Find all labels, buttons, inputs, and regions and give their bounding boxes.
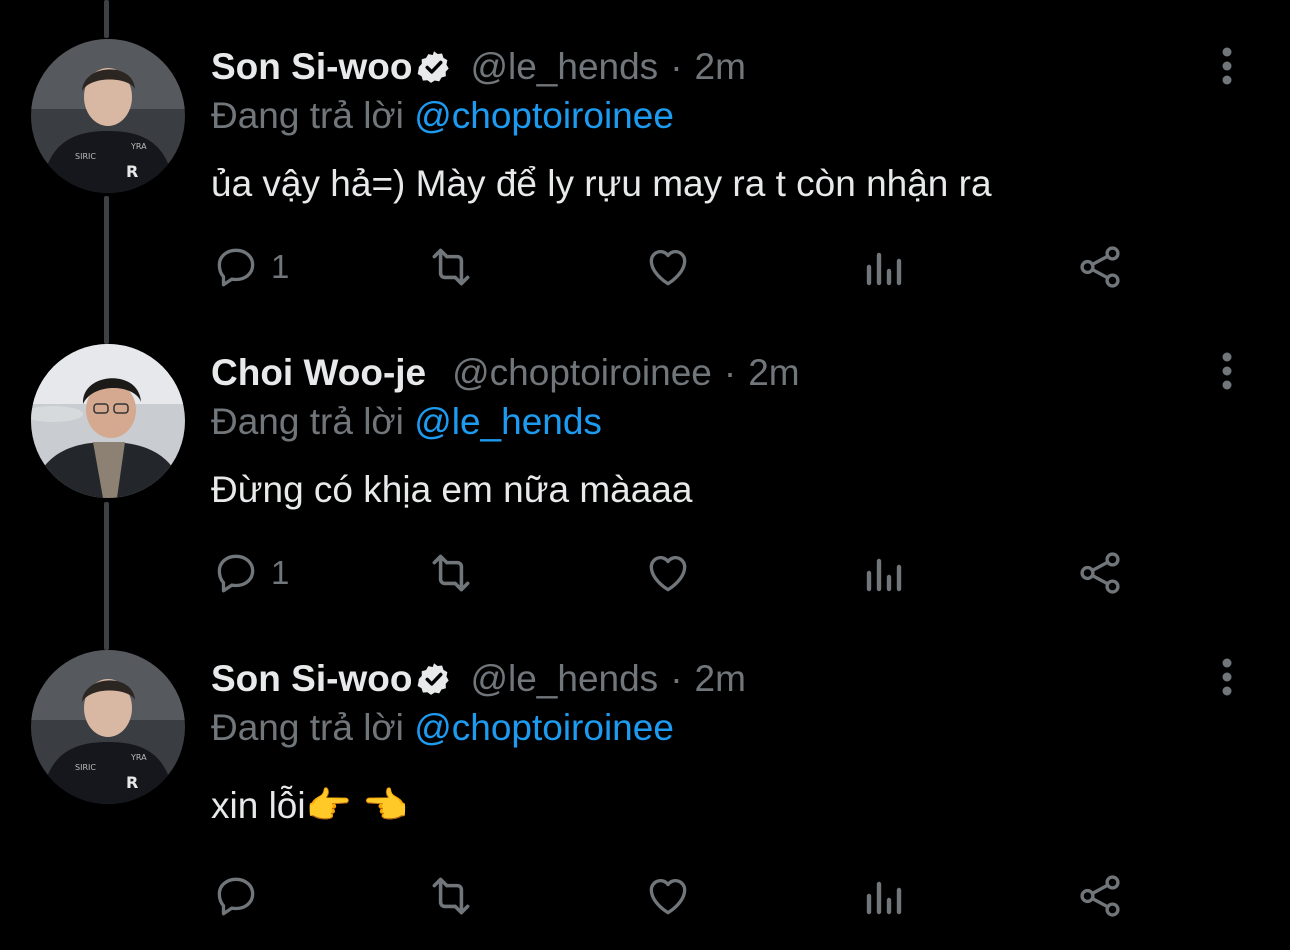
reply-icon bbox=[211, 548, 261, 598]
reply-button[interactable]: 1 bbox=[211, 548, 289, 598]
tweet[interactable]: Choi Woo-je @choptoiroinee · 2m Đang trả… bbox=[0, 330, 1290, 640]
svg-text:SIRIC: SIRIC bbox=[75, 763, 96, 772]
mention-link[interactable]: @choptoiroinee bbox=[414, 707, 674, 748]
svg-text:R: R bbox=[126, 162, 138, 181]
conversation-thread: R SIRIC YRA Son Si-woo @le_hends · 2m Đa… bbox=[0, 0, 1290, 950]
like-icon bbox=[643, 242, 693, 292]
tweet-text: ủa vậy hả=) Mày để ly rựu may ra t còn n… bbox=[211, 163, 992, 204]
timestamp[interactable]: 2m bbox=[695, 46, 746, 88]
retweet-icon bbox=[423, 871, 479, 921]
svg-text:SIRIC: SIRIC bbox=[75, 152, 96, 161]
share-icon bbox=[1075, 242, 1125, 292]
analytics-icon bbox=[863, 871, 907, 921]
analytics-icon bbox=[863, 548, 907, 598]
replying-to: Đang trả lời @choptoiroinee bbox=[211, 707, 674, 749]
replying-to-label: Đang trả lời bbox=[211, 95, 404, 136]
handle[interactable]: @le_hends bbox=[470, 46, 658, 88]
retweet-icon bbox=[423, 548, 479, 598]
reply-button[interactable]: 1 bbox=[211, 242, 289, 292]
mention-link[interactable]: @choptoiroinee bbox=[414, 95, 674, 136]
like-button[interactable] bbox=[643, 548, 693, 598]
more-icon[interactable] bbox=[1210, 46, 1244, 86]
tweet-text: Đừng có khịa em nữa màaaa bbox=[211, 469, 693, 510]
tweet-text: xin lỗi👉 👈 bbox=[211, 785, 409, 826]
action-bar: 1 bbox=[211, 242, 1141, 292]
more-icon[interactable] bbox=[1210, 351, 1244, 391]
svg-text:YRA: YRA bbox=[130, 142, 147, 151]
verified-badge-icon bbox=[416, 661, 452, 697]
tweet-header: Son Si-woo @le_hends · 2m bbox=[211, 658, 746, 700]
reply-count: 1 bbox=[271, 248, 290, 285]
svg-text:YRA: YRA bbox=[130, 753, 147, 762]
share-button[interactable] bbox=[1075, 242, 1125, 292]
like-button[interactable] bbox=[643, 871, 693, 921]
retweet-button[interactable] bbox=[423, 871, 479, 921]
replying-to: Đang trả lời @le_hends bbox=[211, 401, 602, 443]
tweet[interactable]: R SIRIC YRA Son Si-woo @le_hends · 2m Đa… bbox=[0, 0, 1290, 330]
handle[interactable]: @le_hends bbox=[470, 658, 658, 700]
replying-to: Đang trả lời @choptoiroinee bbox=[211, 95, 674, 137]
timestamp[interactable]: 2m bbox=[695, 658, 746, 700]
replying-to-label: Đang trả lời bbox=[211, 401, 404, 442]
avatar[interactable]: R SIRIC YRA bbox=[31, 39, 185, 193]
display-name[interactable]: Choi Woo-je bbox=[211, 352, 426, 394]
verified-badge-icon bbox=[416, 49, 452, 85]
replying-to-label: Đang trả lời bbox=[211, 707, 404, 748]
tweet[interactable]: R SIRIC YRA Son Si-woo @le_hends · 2m Đa… bbox=[0, 640, 1290, 950]
mention-link[interactable]: @le_hends bbox=[414, 401, 602, 442]
display-name[interactable]: Son Si-woo bbox=[211, 46, 412, 88]
action-bar: 1 bbox=[211, 548, 1141, 598]
like-button[interactable] bbox=[643, 242, 693, 292]
share-icon bbox=[1075, 871, 1125, 921]
avatar[interactable]: R SIRIC YRA bbox=[31, 650, 185, 804]
retweet-icon bbox=[423, 242, 479, 292]
handle[interactable]: @choptoiroinee bbox=[452, 352, 712, 394]
separator: · bbox=[670, 658, 683, 699]
timestamp[interactable]: 2m bbox=[748, 352, 799, 394]
tweet-header: Son Si-woo @le_hends · 2m bbox=[211, 46, 746, 88]
retweet-button[interactable] bbox=[423, 548, 479, 598]
avatar[interactable] bbox=[31, 344, 185, 498]
more-icon[interactable] bbox=[1210, 657, 1244, 697]
reply-count: 1 bbox=[271, 554, 290, 591]
display-name[interactable]: Son Si-woo bbox=[211, 658, 412, 700]
share-button[interactable] bbox=[1075, 871, 1125, 921]
reply-icon bbox=[211, 871, 261, 921]
reply-button[interactable] bbox=[211, 871, 261, 921]
like-icon bbox=[643, 871, 693, 921]
analytics-icon bbox=[863, 242, 907, 292]
reply-icon bbox=[211, 242, 261, 292]
svg-text:R: R bbox=[126, 773, 138, 792]
analytics-button[interactable] bbox=[863, 871, 907, 921]
analytics-button[interactable] bbox=[863, 242, 907, 292]
retweet-button[interactable] bbox=[423, 242, 479, 292]
separator: · bbox=[670, 46, 683, 87]
share-icon bbox=[1075, 548, 1125, 598]
tweet-header: Choi Woo-je @choptoiroinee · 2m bbox=[211, 352, 800, 394]
action-bar bbox=[211, 871, 1141, 921]
separator: · bbox=[723, 352, 737, 393]
analytics-button[interactable] bbox=[863, 548, 907, 598]
share-button[interactable] bbox=[1075, 548, 1125, 598]
like-icon bbox=[643, 548, 693, 598]
